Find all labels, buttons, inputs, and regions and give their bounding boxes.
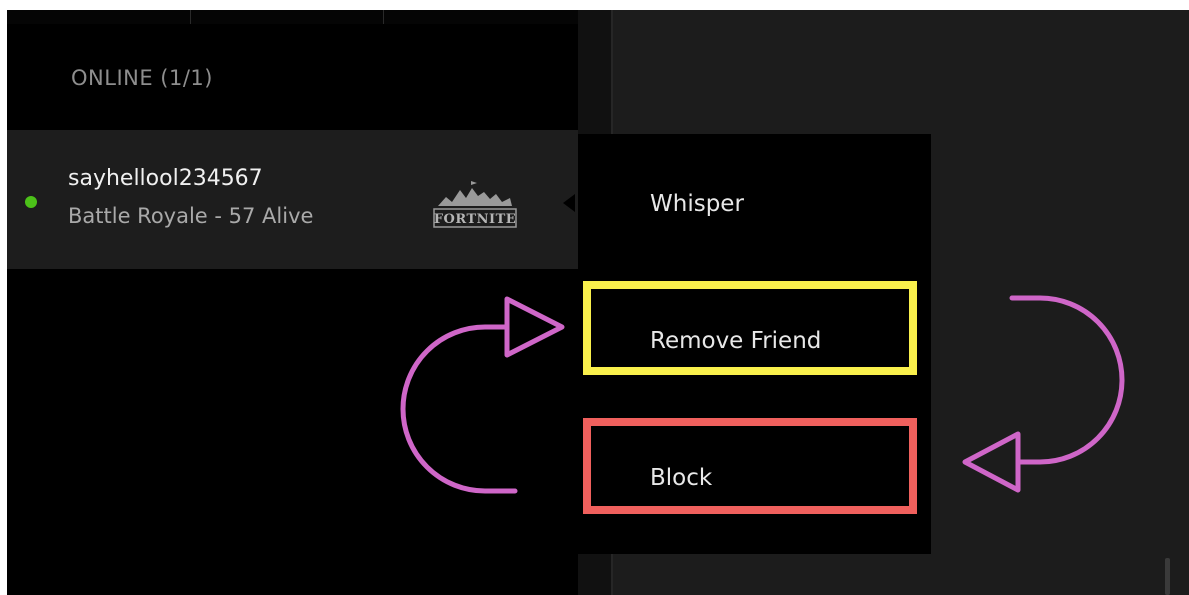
menu-item-label: Remove Friend bbox=[650, 328, 822, 354]
friend-activity-status: Battle Royale - 57 Alive bbox=[68, 204, 314, 228]
menu-item-whisper[interactable]: Whisper bbox=[578, 171, 931, 241]
tab-divider bbox=[383, 10, 384, 24]
top-tab-strip bbox=[7, 10, 582, 24]
game-client-window: ONLINE (1/1) sayhellool234567 Battle Roy… bbox=[7, 10, 1189, 595]
menu-item-block[interactable]: Block bbox=[578, 445, 931, 515]
tab-divider bbox=[190, 10, 191, 24]
online-status-indicator bbox=[25, 196, 37, 208]
menu-item-remove-friend[interactable]: Remove Friend bbox=[578, 308, 931, 378]
menu-item-label: Whisper bbox=[650, 191, 744, 217]
context-menu-pointer bbox=[563, 194, 575, 212]
friend-name: sayhellool234567 bbox=[68, 166, 263, 191]
fortnite-logo-icon: FORTNITE bbox=[433, 181, 517, 228]
menu-item-label: Block bbox=[650, 465, 713, 491]
online-section-header: ONLINE (1/1) bbox=[71, 66, 213, 90]
friend-list-item[interactable]: sayhellool234567 Battle Royale - 57 Aliv… bbox=[7, 130, 578, 269]
scrollbar[interactable] bbox=[1165, 558, 1170, 595]
logo-text: FORTNITE bbox=[434, 212, 516, 227]
friend-context-menu: Whisper Remove Friend Block bbox=[578, 134, 931, 554]
